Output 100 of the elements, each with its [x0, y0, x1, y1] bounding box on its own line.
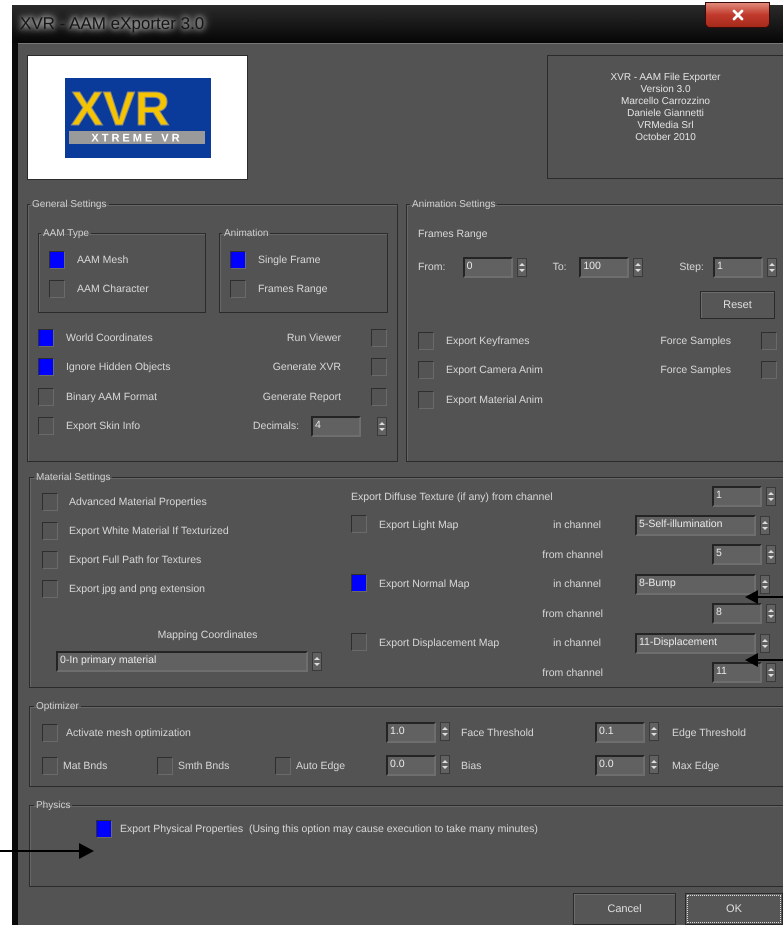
number-field[interactable]: 100	[579, 256, 630, 278]
option-box[interactable]	[49, 250, 65, 268]
number-field[interactable]: 8-Bump	[635, 574, 756, 594]
checkbox[interactable]	[371, 388, 387, 406]
checkbox[interactable]	[38, 328, 54, 347]
option-box[interactable]	[49, 280, 65, 298]
group-title: Physics	[35, 800, 72, 810]
checkbox-label: Smth Bnds	[178, 760, 230, 772]
up-down-arrows-icon	[518, 262, 525, 272]
up-down-arrows-icon	[651, 726, 657, 737]
checkbox[interactable]	[371, 328, 387, 347]
option-label: Frames Range	[258, 282, 328, 294]
checkbox-label: Export Keyframes	[446, 334, 530, 347]
spinner-button[interactable]	[760, 516, 770, 534]
option-box[interactable]	[230, 280, 246, 298]
field-label: from channel	[542, 666, 603, 678]
dialog-button[interactable]: OK	[685, 893, 783, 925]
number-field[interactable]: 1	[713, 256, 763, 278]
up-down-arrows-icon	[442, 726, 448, 737]
section-label: Frames Range	[418, 228, 488, 240]
up-down-arrows-icon	[762, 638, 768, 648]
spinner-button[interactable]	[312, 652, 322, 670]
checkbox-label: Activate mesh optimization	[66, 726, 191, 738]
number-field[interactable]: 0.0	[386, 755, 436, 776]
field-label: Face Threshold	[461, 726, 535, 738]
reset-button[interactable]: Reset	[700, 290, 775, 318]
number-field[interactable]: 11-Displacement	[635, 632, 756, 654]
field-label: from channel	[542, 548, 603, 560]
up-down-arrows-icon	[768, 491, 774, 502]
spinner-button[interactable]	[516, 258, 527, 276]
pointer-arrow	[745, 589, 783, 605]
close-button[interactable]	[705, 2, 770, 28]
checkbox[interactable]	[42, 550, 58, 568]
about-text: VRMedia Srl	[637, 120, 694, 132]
spinner-button[interactable]	[440, 722, 450, 741]
group-title: General Settings	[31, 199, 108, 210]
up-down-arrows-icon	[762, 520, 768, 530]
checkbox[interactable]	[42, 522, 58, 540]
checkbox[interactable]	[38, 358, 54, 376]
checkbox[interactable]	[42, 580, 58, 598]
checkbox[interactable]	[351, 514, 367, 532]
spinner-button[interactable]	[377, 416, 387, 436]
group-title: Animation Settings	[411, 199, 496, 210]
option-box[interactable]	[230, 250, 246, 268]
checkbox[interactable]	[157, 756, 173, 774]
checkbox-label: Export Material Anim	[446, 394, 543, 406]
about-text: XVR - AAM File Exporter	[610, 72, 721, 84]
spinner-button[interactable]	[766, 663, 776, 682]
number-field[interactable]: 0.0	[595, 755, 645, 776]
number-field[interactable]: 0-In primary material	[56, 650, 308, 672]
spinner-button[interactable]	[649, 722, 659, 741]
checkbox[interactable]	[418, 361, 434, 380]
field-label: To:	[552, 261, 568, 273]
spinner-button[interactable]	[649, 755, 659, 774]
checkbox[interactable]	[351, 574, 367, 592]
spinner-button[interactable]	[633, 258, 644, 276]
up-down-arrows-icon	[768, 549, 774, 560]
checkbox[interactable]	[761, 332, 777, 350]
field-label: in channel	[552, 578, 601, 590]
checkbox[interactable]	[42, 724, 58, 742]
spinner-button[interactable]	[766, 604, 776, 623]
checkbox[interactable]	[96, 820, 112, 838]
checkbox[interactable]	[761, 361, 777, 380]
checkbox-label: Export Light Map	[379, 519, 460, 531]
checkbox[interactable]	[42, 492, 58, 510]
number-field[interactable]: 1.0	[386, 722, 436, 743]
spinner-button[interactable]	[766, 487, 776, 506]
checkbox[interactable]	[38, 388, 54, 406]
number-field[interactable]: 8	[712, 603, 762, 624]
checkbox-label: Ignore Hidden Objects	[66, 361, 170, 374]
number-field[interactable]: 4	[311, 416, 361, 437]
checkbox-label: Export Full Path for Textures	[69, 554, 202, 566]
number-field[interactable]: 0.1	[595, 722, 645, 743]
checkbox-label: Force Samples	[660, 334, 731, 347]
checkbox[interactable]	[418, 390, 434, 409]
checkbox-label: World Coordinates	[66, 332, 153, 344]
spinner-button[interactable]	[440, 755, 450, 774]
number-field[interactable]: 5	[712, 544, 762, 565]
number-field[interactable]: 11	[712, 662, 762, 683]
checkbox-label: Export Displacement Map	[379, 637, 500, 649]
close-icon	[730, 7, 746, 23]
checkbox[interactable]	[371, 358, 387, 376]
about-text: Daniele Giannetti	[627, 108, 704, 120]
checkbox[interactable]	[351, 632, 367, 650]
spinner-button[interactable]	[767, 258, 777, 276]
checkbox[interactable]	[42, 756, 58, 774]
checkbox-label: Export Physical Properties (Using this option may cause execution to take many minutes)	[120, 822, 538, 834]
spinner-button[interactable]	[760, 634, 770, 652]
number-field[interactable]: 5-Self-illumination	[635, 514, 756, 536]
checkbox[interactable]	[38, 417, 54, 436]
number-field[interactable]: 0	[462, 256, 513, 278]
checkbox[interactable]	[275, 756, 291, 774]
spinner-button[interactable]	[766, 545, 776, 564]
dialog-button[interactable]: Cancel	[573, 893, 676, 925]
up-down-arrows-icon	[768, 608, 774, 619]
spinner-button[interactable]	[760, 574, 770, 594]
number-field[interactable]: 1	[712, 486, 762, 507]
checkbox[interactable]	[418, 332, 434, 350]
section-label: Mapping Coordinates	[158, 629, 258, 641]
about-text: Version 3.0	[640, 84, 691, 96]
